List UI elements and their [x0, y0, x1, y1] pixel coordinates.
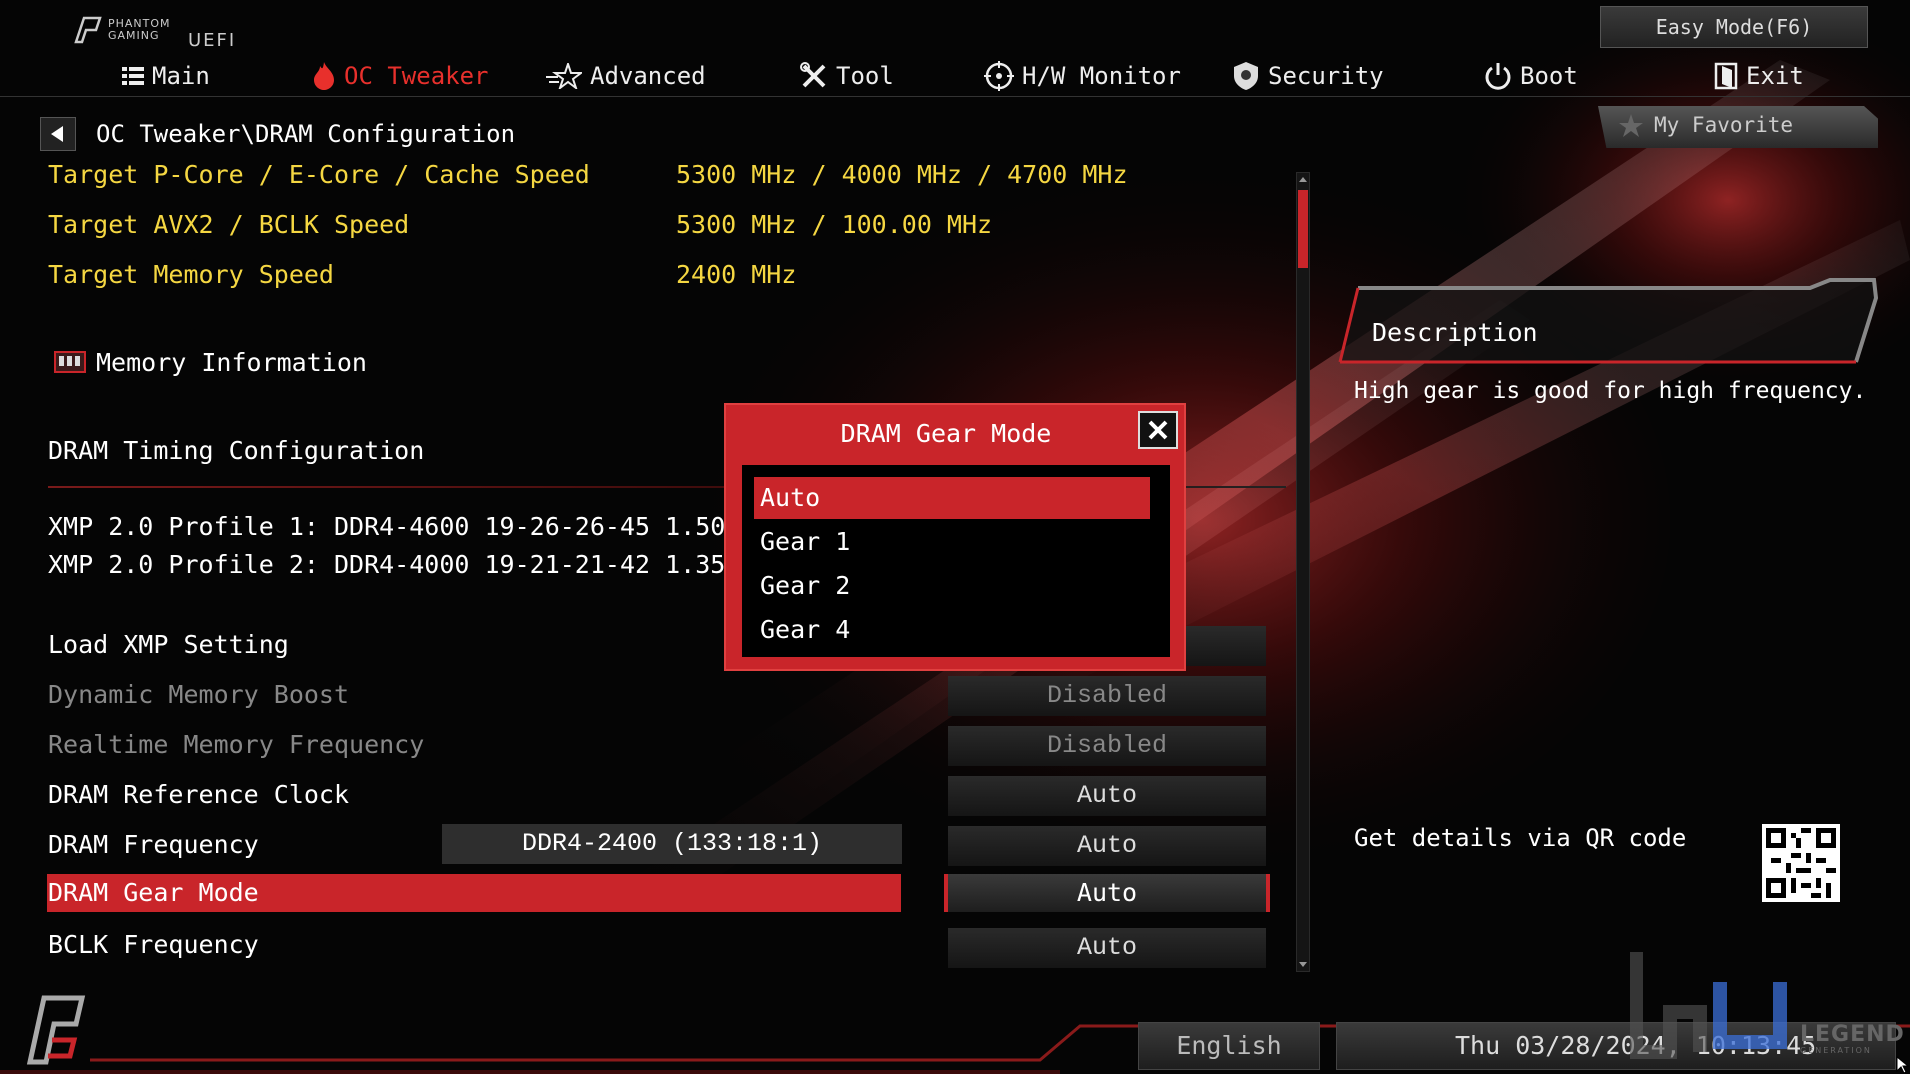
target-core-speed-label: Target P-Core / E-Core / Cache Speed [48, 160, 590, 189]
favorite-star-icon [1619, 114, 1643, 137]
memory-information-item[interactable]: Memory Information [54, 348, 367, 377]
tab-security-label: Security [1268, 62, 1384, 90]
popup-option-list: Auto Gear 1 Gear 2 Gear 4 [742, 465, 1170, 657]
xmp-profile-2: XMP 2.0 Profile 2: DDR4-4000 19-21-21-42… [48, 550, 816, 579]
tab-main-label: Main [152, 62, 210, 90]
dynamic-memory-boost-value: Disabled [948, 676, 1266, 716]
tab-oc-tweaker[interactable]: OC Tweaker [312, 54, 489, 98]
scroll-up-arrow-icon[interactable] [1297, 175, 1309, 183]
bclk-frequency-label[interactable]: BCLK Frequency [48, 930, 259, 959]
dram-reference-clock-value[interactable]: Auto [948, 776, 1266, 816]
dram-frequency-label[interactable]: DRAM Frequency [48, 830, 259, 859]
memory-module-icon [54, 350, 86, 373]
scrollbar-thumb[interactable] [1298, 190, 1308, 268]
dram-gear-mode-value[interactable]: Auto [948, 874, 1266, 912]
list-icon [122, 67, 144, 85]
watermark-text: LEGEND [1800, 1022, 1905, 1047]
phantom-gaming-corner-logo [26, 995, 86, 1065]
dram-gear-mode-popup: DRAM Gear Mode Auto Gear 1 Gear 2 Gear 4 [724, 403, 1186, 671]
tab-security[interactable]: Security [1232, 54, 1384, 98]
target-avx2-bclk-value: 5300 MHz / 100.00 MHz [676, 210, 993, 239]
dram-timing-configuration-item[interactable]: DRAM Timing Configuration [48, 436, 424, 465]
monitor-icon [984, 61, 1014, 91]
mouse-pointer-icon [1896, 1056, 1910, 1074]
realtime-memory-frequency-label: Realtime Memory Frequency [48, 730, 425, 759]
shield-icon [1234, 62, 1258, 90]
language-selector[interactable]: English [1138, 1022, 1320, 1070]
flame-icon [314, 62, 334, 90]
my-favorite-button[interactable]: My Favorite [1598, 106, 1878, 148]
my-favorite-label: My Favorite [1654, 113, 1794, 137]
bclk-frequency-value[interactable]: Auto [948, 928, 1266, 968]
scroll-down-arrow-icon[interactable] [1297, 961, 1309, 969]
tab-hw-monitor-label: H/W Monitor [1022, 62, 1181, 90]
memory-information-label: Memory Information [96, 348, 367, 377]
tab-boot-label: Boot [1520, 62, 1578, 90]
load-xmp-setting-label[interactable]: Load XMP Setting [48, 630, 289, 659]
target-memory-speed-value: 2400 MHz [676, 260, 797, 289]
star-icon [546, 63, 582, 89]
close-icon [1148, 420, 1168, 440]
channel-watermark: LEGEND GENERATION [1629, 952, 1910, 1062]
description-title: Description [1372, 318, 1538, 347]
breadcrumb-path: OC Tweaker\DRAM Configuration [96, 120, 516, 148]
tab-advanced-label: Advanced [590, 62, 706, 90]
realtime-memory-frequency-value: Disabled [948, 726, 1266, 766]
tab-oc-tweaker-label: OC Tweaker [344, 62, 489, 90]
popup-option-gear-1[interactable]: Gear 1 [754, 521, 1150, 563]
wrench-icon [800, 62, 826, 88]
watermark-subtext: GENERATION [1800, 1046, 1872, 1055]
dram-reference-clock-label[interactable]: DRAM Reference Clock [48, 780, 349, 809]
qr-code-label: Get details via QR code [1354, 824, 1687, 852]
exit-door-icon [1714, 62, 1738, 90]
target-memory-speed-label: Target Memory Speed [48, 260, 334, 289]
dram-frequency-value[interactable]: Auto [948, 826, 1266, 866]
target-avx2-bclk-label: Target AVX2 / BCLK Speed [48, 210, 410, 239]
dram-gear-mode-label[interactable]: DRAM Gear Mode [48, 878, 259, 907]
tab-advanced[interactable]: Advanced [546, 54, 706, 98]
nav-divider [0, 96, 1910, 97]
popup-title: DRAM Gear Mode [840, 419, 1052, 448]
phantom-gaming-logo: PHANTOM GAMING UEFI [72, 12, 252, 52]
popup-option-gear-2[interactable]: Gear 2 [754, 565, 1150, 607]
back-button[interactable] [40, 117, 76, 151]
dram-gear-mode-value-frame[interactable]: Auto [944, 874, 1270, 912]
tab-tool[interactable]: Tool [800, 54, 894, 98]
popup-option-auto[interactable]: Auto [754, 477, 1150, 519]
description-text: High gear is good for high frequency. [1354, 378, 1867, 404]
breadcrumb: OC Tweaker\DRAM Configuration [40, 116, 515, 152]
power-icon [1485, 63, 1511, 90]
tab-hw-monitor[interactable]: H/W Monitor [984, 54, 1181, 98]
tab-main[interactable]: Main [122, 54, 210, 98]
dram-frequency-info: DDR4-2400 (133:18:1) [442, 824, 902, 864]
tab-boot[interactable]: Boot [1484, 54, 1578, 98]
tab-exit-label: Exit [1746, 62, 1804, 90]
tab-exit[interactable]: Exit [1714, 54, 1804, 98]
popup-close-button[interactable] [1138, 411, 1178, 449]
easy-mode-button[interactable]: Easy Mode(F6) [1600, 6, 1868, 48]
scrollbar[interactable] [1296, 172, 1310, 972]
watermark-logo [1629, 952, 1787, 1059]
brand-uefi: UEFI [188, 30, 237, 51]
popup-option-gear-4[interactable]: Gear 4 [754, 609, 1150, 651]
tab-tool-label: Tool [836, 62, 894, 90]
qr-code [1762, 824, 1840, 902]
qr-code-image [1766, 828, 1836, 898]
dynamic-memory-boost-label: Dynamic Memory Boost [48, 680, 350, 709]
brand-line-2: GAMING [108, 29, 160, 42]
back-arrow-icon [51, 126, 63, 142]
phantom-gaming-logo-icon [74, 16, 102, 44]
main-nav: Main OC Tweaker Advanced Tool H/W Monito… [0, 54, 1910, 98]
target-core-speed-value: 5300 MHz / 4000 MHz / 4700 MHz [676, 160, 1128, 189]
xmp-profile-1: XMP 2.0 Profile 1: DDR4-4600 19-26-26-45… [48, 512, 816, 541]
